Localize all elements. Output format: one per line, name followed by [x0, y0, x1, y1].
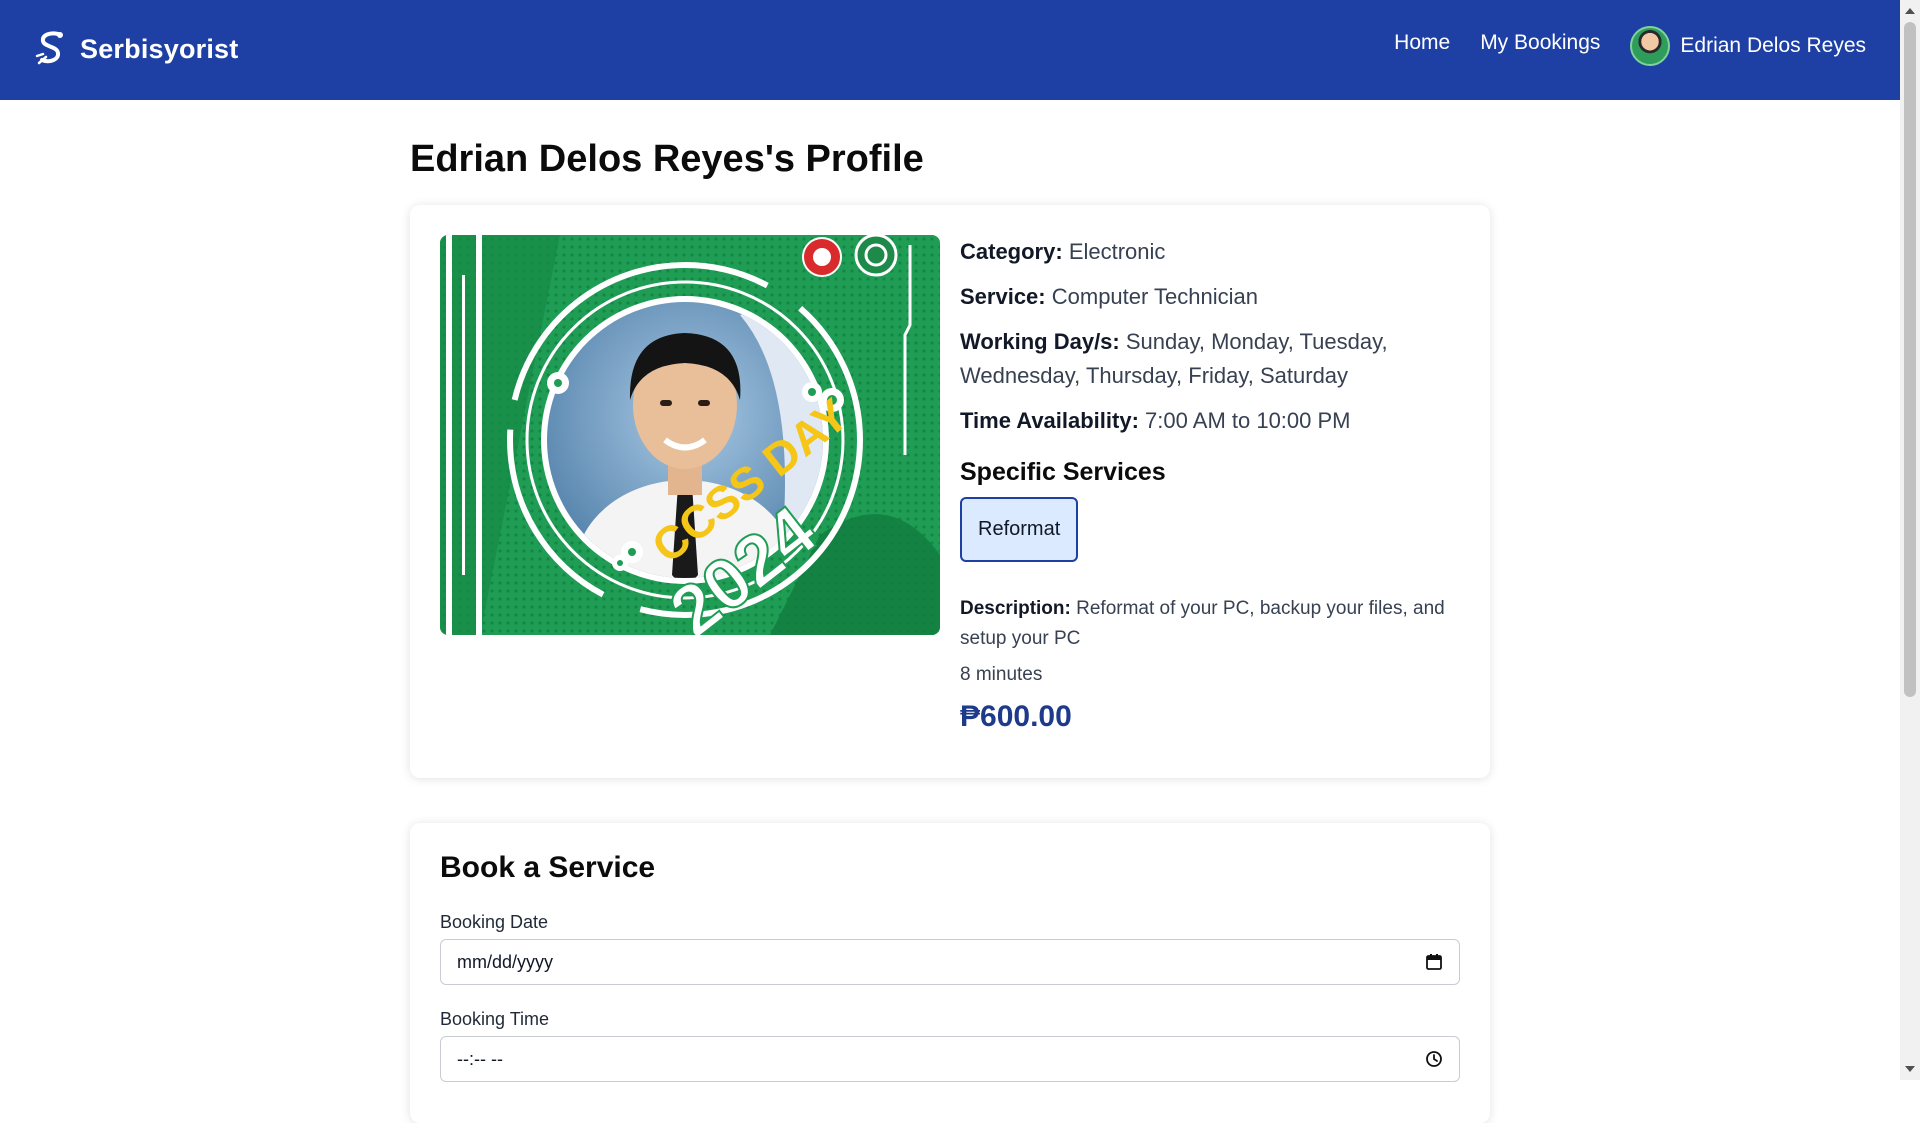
category-line: Category: Electronic [960, 235, 1470, 269]
nav-home-link[interactable]: Home [1394, 31, 1450, 55]
booking-date-placeholder: mm/dd/yyyy [457, 951, 554, 972]
logo-icon [35, 31, 63, 65]
nav-my-bookings-link[interactable]: My Bookings [1480, 31, 1600, 55]
page-scrollbar[interactable] [1900, 0, 1920, 1080]
description-label: Description: [960, 598, 1071, 619]
profile-photo-graphic: CCSS DAY 2024 [440, 235, 940, 635]
service-line: Service: Computer Technician [960, 280, 1470, 314]
category-value: Electronic [1068, 239, 1166, 264]
service-option-reformat[interactable]: Reformat [960, 497, 1079, 562]
booking-card: Book a Service Booking Date mm/dd/yyyy B… [410, 823, 1490, 1123]
working-days-line: Working Day/s: Sunday, Monday, Tuesday, … [960, 325, 1470, 393]
avatar [1630, 26, 1671, 66]
specific-services-heading: Specific Services [960, 458, 1166, 486]
profile-card: CCSS DAY 2024 Category: Electronic Servi… [410, 205, 1490, 778]
booking-time-placeholder: --:-- -- [457, 1048, 503, 1069]
page-title: Edrian Delos Reyes's Profile [410, 138, 924, 180]
brand-name: Serbisyorist [80, 33, 239, 64]
scroll-down-arrow-icon[interactable] [1905, 1066, 1915, 1072]
service-label: Service: [960, 284, 1046, 309]
booking-time-label: Booking Time [440, 1009, 550, 1029]
time-availability-value: 7:00 AM to 10:00 PM [1145, 408, 1351, 433]
booking-date-input[interactable]: mm/dd/yyyy [440, 939, 1460, 985]
user-menu[interactable]: Edrian Delos Reyes [1630, 26, 1866, 66]
user-name: Edrian Delos Reyes [1680, 34, 1866, 57]
service-price: ₱600.00 [960, 700, 1072, 733]
time-availability-label: Time Availability: [960, 408, 1139, 433]
time-availability-line: Time Availability: 7:00 AM to 10:00 PM [960, 404, 1470, 438]
booking-time-input[interactable]: --:-- -- [440, 1036, 1460, 1082]
top-navbar: Serbisyorist Home My Bookings Edrian Del… [0, 0, 1900, 100]
working-days-label: Working Day/s: [960, 329, 1120, 354]
scroll-thumb[interactable] [1904, 22, 1916, 697]
profile-info: Category: Electronic Service: Computer T… [960, 235, 1470, 734]
category-label: Category: [960, 239, 1063, 264]
calendar-icon[interactable] [1425, 953, 1443, 971]
clock-icon[interactable] [1425, 1050, 1443, 1068]
service-value: Computer Technician [1051, 284, 1259, 309]
profile-photo: CCSS DAY 2024 [440, 235, 940, 635]
service-duration: 8 minutes [960, 664, 1043, 685]
scroll-up-arrow-icon[interactable] [1905, 8, 1915, 14]
nav-links: Home My Bookings Edrian Delos Reyes [1364, 26, 1866, 66]
service-description: Description: Reformat of your PC, backup… [960, 594, 1470, 654]
booking-date-label: Booking Date [440, 912, 549, 932]
brand[interactable]: Serbisyorist [34, 30, 238, 68]
booking-title: Book a Service [440, 851, 656, 884]
